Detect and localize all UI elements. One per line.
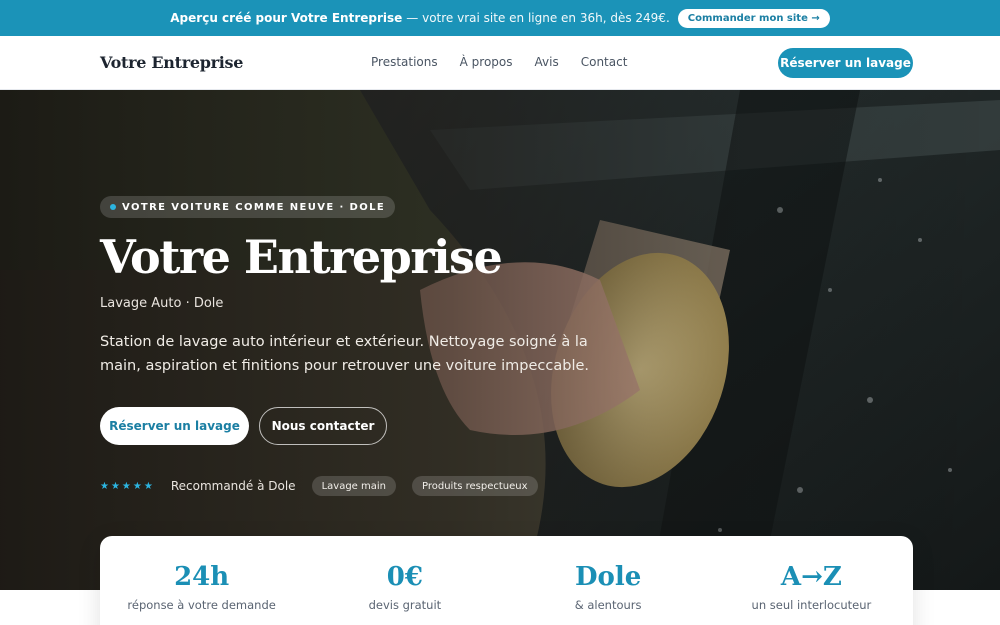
nav-link-reviews[interactable]: Avis	[535, 55, 559, 69]
main-menu: Prestations À propos Avis Contact	[371, 55, 649, 69]
stat-label: réponse à votre demande	[127, 598, 276, 612]
stat-value: A→Z	[780, 562, 842, 592]
promo-title: Aperçu créé pour Votre Entreprise	[170, 11, 403, 25]
stat-label: un seul interlocuteur	[751, 598, 872, 612]
stat-value: 0€	[386, 562, 423, 592]
stat-label: devis gratuit	[368, 598, 442, 612]
pill-dot-icon	[110, 204, 116, 210]
stats-card: 24h réponse à votre demande 0€ devis gra…	[100, 536, 913, 625]
promo-banner: Aperçu créé pour Votre Entreprise — votr…	[0, 0, 1000, 36]
rating-stars-icon: ★★★★★	[100, 480, 155, 492]
stat-item: A→Z un seul interlocuteur	[710, 536, 913, 625]
book-wash-button[interactable]: Réserver un lavage	[100, 407, 249, 445]
book-wash-nav-button[interactable]: Réserver un lavage	[778, 48, 913, 78]
stat-item: Dole & alentours	[507, 536, 710, 625]
stat-value: 24h	[174, 562, 230, 592]
trust-row: ★★★★★ Recommandé à Dole Lavage main Prod…	[100, 475, 538, 497]
stat-item: 0€ devis gratuit	[303, 536, 506, 625]
location-pill: VOTRE VOITURE COMME NEUVE · DOLE	[100, 196, 396, 218]
pill-label: VOTRE VOITURE COMME NEUVE · DOLE	[122, 201, 386, 213]
hero-description: Station de lavage auto intérieur et exté…	[100, 334, 590, 374]
hero-subtitle: Lavage Auto · Dole	[100, 296, 224, 311]
nav-link-contact[interactable]: Contact	[581, 55, 628, 69]
nav-link-about[interactable]: À propos	[460, 55, 513, 69]
tag-hand-wash: Lavage main	[311, 476, 396, 496]
promo-text: — votre vrai site en ligne en 36h, dès 2…	[406, 11, 670, 25]
recommended-text: Recommandé à Dole	[170, 479, 296, 493]
contact-us-button[interactable]: Nous contacter	[259, 407, 387, 445]
stat-item: 24h réponse à votre demande	[100, 536, 303, 625]
brand-logo[interactable]: Votre Entreprise	[100, 53, 243, 72]
nav-link-prestations[interactable]: Prestations	[371, 55, 438, 69]
stat-value: Dole	[574, 562, 642, 592]
hero-title: Votre Entreprise	[100, 230, 503, 284]
site-header: Votre Entreprise Prestations À propos Av…	[0, 36, 1000, 90]
stat-label: & alentours	[574, 598, 642, 612]
hero-section: VOTRE VOITURE COMME NEUVE · DOLE Votre E…	[0, 90, 1000, 590]
order-site-button[interactable]: Commander mon site →	[677, 8, 830, 28]
tag-eco-products: Produits respectueux	[412, 476, 538, 496]
